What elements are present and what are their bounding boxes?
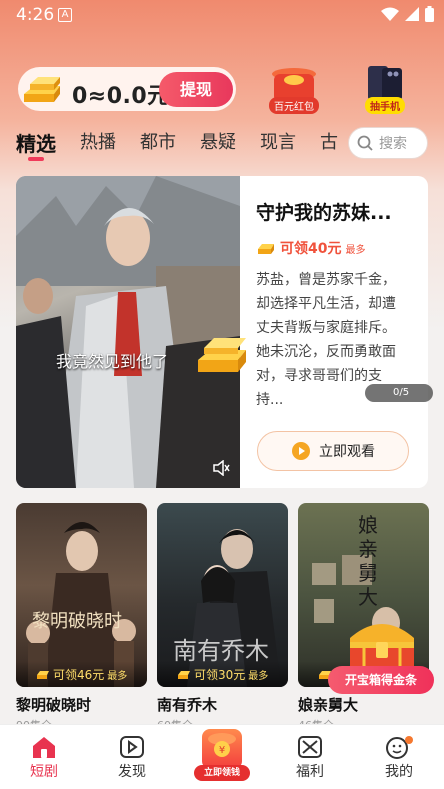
gift-grid-icon bbox=[298, 736, 322, 758]
nav-welfare-label: 福利 bbox=[296, 764, 324, 780]
drama-name[interactable]: 南有乔木 bbox=[157, 694, 288, 715]
featured-reward: 可领40元 最多 bbox=[256, 238, 365, 258]
tab-hot[interactable]: 热播 bbox=[80, 128, 116, 164]
home-icon bbox=[33, 737, 55, 758]
red-envelope-icon: ¥ bbox=[202, 729, 242, 769]
video-subtitle: 我竟然见到他了 bbox=[56, 352, 169, 371]
drama-reward-max: 最多 bbox=[248, 670, 269, 682]
battery-icon bbox=[425, 6, 434, 22]
drama-poster[interactable]: 南有乔木 可领30元 最多 bbox=[157, 503, 288, 687]
red-packet-label: 百元红包 bbox=[269, 97, 319, 114]
watch-now-label: 立即观看 bbox=[319, 444, 375, 460]
poster-art bbox=[26, 522, 136, 687]
nav-welfare[interactable]: 福利 bbox=[275, 733, 345, 781]
drama-item[interactable]: 南有乔木 可领30元 最多 南有乔木 60集全 bbox=[157, 503, 288, 726]
search-icon bbox=[357, 135, 373, 151]
drama-reward: 可领30元 最多 bbox=[157, 661, 288, 687]
withdraw-button[interactable]: 提现 bbox=[159, 72, 233, 107]
drama-poster[interactable]: 黎明破晓时 可领46元 最多 bbox=[16, 503, 147, 687]
tab-urban[interactable]: 都市 bbox=[140, 128, 176, 164]
gold-bar-icon bbox=[178, 671, 190, 679]
drama-name[interactable]: 娘亲舅大 bbox=[298, 694, 429, 715]
status-time: 4:26 bbox=[16, 5, 55, 25]
nav-discover[interactable]: 发现 bbox=[97, 733, 167, 781]
coin-amount: 0≈0.0元 bbox=[72, 84, 170, 109]
nav-get-money[interactable]: ¥ 立即领钱 bbox=[194, 729, 250, 783]
nav-short-drama-label: 短剧 bbox=[30, 764, 58, 780]
drama-reward-amount: 可领46元 bbox=[53, 667, 105, 682]
gold-bar-icon bbox=[258, 244, 274, 254]
nav-profile-label: 我的 bbox=[385, 764, 413, 780]
svg-text:¥: ¥ bbox=[219, 745, 225, 756]
phone-prize-label: 抽手机 bbox=[365, 97, 405, 114]
smiley-profile-icon bbox=[386, 736, 413, 759]
drama-item[interactable]: 黎明破晓时 可领46元 最多 黎明破晓时 90集全 bbox=[16, 503, 147, 726]
red-packet-entry[interactable]: 百元红包 bbox=[266, 66, 322, 114]
system-icons bbox=[381, 6, 434, 22]
drama-reward-amount: 可领30元 bbox=[194, 667, 246, 682]
play-box-icon bbox=[120, 736, 144, 758]
featured-title[interactable]: 守护我的苏妹... bbox=[256, 198, 416, 225]
nav-discover-label: 发现 bbox=[118, 764, 146, 780]
watch-now-button[interactable]: 立即观看 bbox=[257, 431, 409, 471]
drama-name[interactable]: 黎明破晓时 bbox=[16, 694, 147, 715]
status-bar: 4:26 A bbox=[0, 0, 444, 30]
gold-bar-decoration-icon bbox=[198, 338, 246, 372]
carousel-page-indicator: 0/5 bbox=[365, 384, 433, 402]
bottom-navigation: 短剧 发现 ¥ 立即领钱 福利 我的 bbox=[0, 724, 444, 789]
app-notification-icon: A bbox=[58, 8, 72, 22]
nav-short-drama[interactable]: 短剧 bbox=[9, 733, 79, 781]
gold-bar-icon bbox=[37, 671, 49, 679]
search-placeholder: 搜索 bbox=[379, 136, 407, 152]
gold-bar-icon bbox=[24, 77, 60, 102]
nav-get-money-label: 立即领钱 bbox=[194, 765, 250, 781]
nav-profile[interactable]: 我的 bbox=[364, 733, 434, 781]
category-tabs: 精选 热播 都市 悬疑 现言 古 bbox=[16, 128, 346, 164]
open-treasure-button[interactable]: 开宝箱得金条 bbox=[328, 666, 434, 694]
featured-reward-max: 最多 bbox=[345, 244, 366, 256]
phone-lottery-entry[interactable]: 抽手机 bbox=[360, 64, 410, 114]
tab-modern-romance[interactable]: 现言 bbox=[260, 128, 296, 164]
featured-reward-amount: 可领40元 bbox=[280, 241, 342, 257]
play-icon bbox=[292, 442, 310, 460]
search-button[interactable]: 搜索 bbox=[348, 127, 428, 159]
drama-reward: 可领46元 最多 bbox=[16, 661, 147, 687]
poster-title-text: 黎明破晓时 bbox=[32, 611, 122, 632]
signal-icon bbox=[405, 7, 419, 21]
tab-featured[interactable]: 精选 bbox=[16, 128, 56, 164]
drama-reward-max: 最多 bbox=[107, 670, 128, 682]
tab-ancient[interactable]: 古 bbox=[320, 128, 338, 164]
poster-title-text: 娘亲舅大 bbox=[358, 513, 378, 609]
wifi-icon bbox=[381, 7, 399, 21]
tab-suspense[interactable]: 悬疑 bbox=[200, 128, 236, 164]
mute-icon[interactable] bbox=[212, 460, 230, 476]
